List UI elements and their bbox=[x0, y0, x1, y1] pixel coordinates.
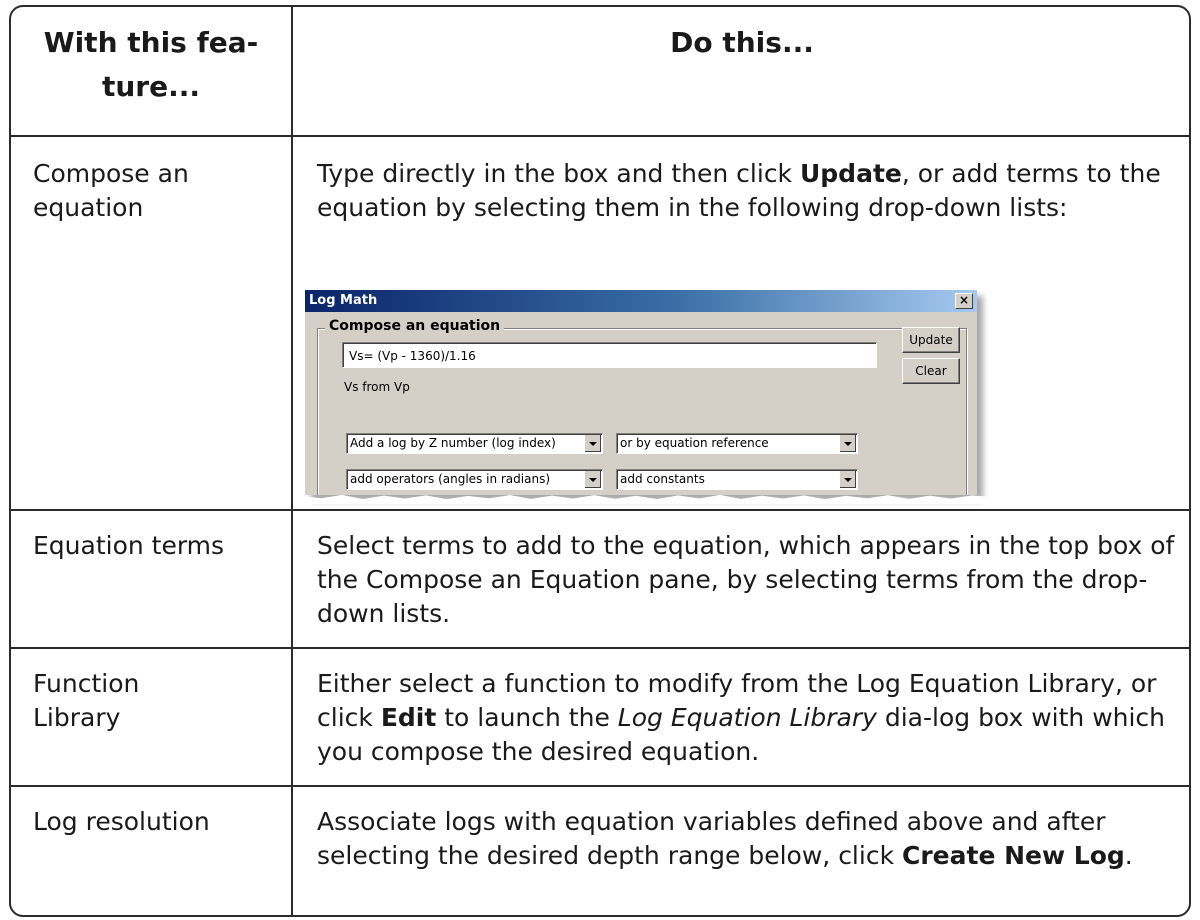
row3-feature-line2: Library bbox=[33, 703, 121, 732]
clear-button[interactable]: Clear bbox=[902, 358, 960, 384]
row-divider bbox=[11, 647, 1189, 649]
row2-description: Select terms to add to the equation, whi… bbox=[317, 531, 1175, 628]
equation-input[interactable]: Vs= (Vp - 1360)/1.16 bbox=[342, 342, 877, 368]
row3-feature-line1: Function bbox=[33, 669, 140, 698]
update-term: Update bbox=[799, 159, 902, 188]
edit-term: Edit bbox=[380, 703, 437, 732]
library-term: Log Equation Library bbox=[617, 703, 877, 732]
row-divider bbox=[11, 785, 1189, 787]
column-divider bbox=[291, 7, 293, 915]
row-divider bbox=[11, 509, 1189, 511]
header-feature-line2: ture... bbox=[101, 70, 201, 103]
equation-description: Vs from Vp bbox=[344, 380, 410, 394]
compose-group-label: Compose an equation bbox=[325, 318, 505, 334]
row1-feature-line2: equation bbox=[33, 193, 144, 222]
row2-feature: Equation terms bbox=[33, 531, 225, 560]
close-icon[interactable]: × bbox=[955, 293, 973, 309]
row4-description: Associate logs with equation variables d… bbox=[317, 807, 1133, 870]
dialog-title: Log Math bbox=[305, 290, 977, 312]
dropdown-arrow-icon[interactable] bbox=[839, 471, 856, 488]
row4-feature: Log resolution bbox=[33, 807, 210, 836]
create-new-log-term: Create New Log bbox=[902, 841, 1125, 870]
dropdown-arrow-icon[interactable] bbox=[584, 471, 601, 488]
header-action: Do this... bbox=[670, 26, 814, 59]
log-math-dialog: Log Math × Compose an equation Vs= (Vp -… bbox=[305, 290, 977, 495]
row1-description: Type directly in the box and then click … bbox=[317, 159, 1161, 222]
constants-select[interactable]: add constants bbox=[616, 469, 858, 490]
dropdown-arrow-icon[interactable] bbox=[584, 435, 601, 452]
header-feature: With this fea- ture... bbox=[11, 21, 291, 109]
header-feature-line1: With this fea- bbox=[43, 26, 259, 59]
row1-feature: Compose an equation bbox=[33, 157, 283, 225]
row1-feature-line1: Compose an bbox=[33, 159, 189, 188]
update-button[interactable]: Update bbox=[902, 327, 960, 353]
row3-description: Either select a function to modify from … bbox=[317, 669, 1166, 766]
dropdown-arrow-icon[interactable] bbox=[839, 435, 856, 452]
row-divider bbox=[11, 135, 1189, 137]
operators-select[interactable]: add operators (angles in radians) bbox=[346, 469, 603, 490]
row3-feature: Function Library bbox=[33, 667, 283, 735]
equation-reference-select[interactable]: or by equation reference bbox=[616, 433, 858, 454]
log-index-select[interactable]: Add a log by Z number (log index) bbox=[346, 433, 603, 454]
